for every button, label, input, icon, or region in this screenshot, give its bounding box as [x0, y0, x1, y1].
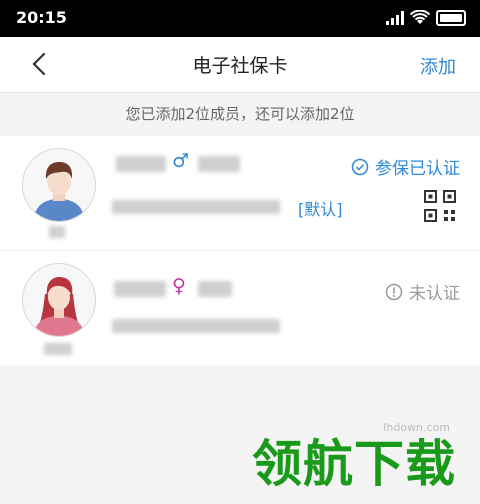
default-tag: [默认] [298, 200, 343, 219]
male-gender-icon: ♂ [172, 150, 190, 172]
check-circle-icon [351, 158, 369, 175]
battery-icon [436, 10, 466, 26]
member-id-redacted [112, 319, 280, 333]
female-avatar [22, 263, 96, 337]
status-bar: 20:15 [0, 0, 480, 37]
member-card[interactable]: ♀ 未认证 [0, 251, 480, 365]
info-circle-icon [385, 283, 403, 300]
status-time: 20:15 [16, 8, 67, 27]
signal-icon [386, 11, 404, 25]
uncertified-status-label: 未认证 [409, 284, 460, 304]
member-id-redacted [112, 200, 280, 214]
nav-bar: 电子社保卡 添加 [0, 37, 480, 93]
wifi-icon [410, 10, 430, 24]
member-age-redacted [198, 281, 232, 297]
member-name-redacted [116, 156, 166, 172]
certified-status: 参保已认证 [351, 154, 460, 179]
certified-status-label: 参保已认证 [375, 159, 460, 179]
avatar-caption-redacted [44, 343, 72, 355]
member-card[interactable]: ♂ 参保已认证 [默认] [0, 136, 480, 251]
female-gender-icon: ♀ [172, 275, 186, 297]
male-avatar [22, 148, 96, 222]
add-button[interactable]: 添加 [420, 53, 456, 79]
status-icons [386, 10, 466, 26]
member-count-notice: 您已添加2位成员，还可以添加2位 [125, 105, 355, 123]
member-age-redacted [198, 156, 240, 172]
member-name-redacted [114, 281, 166, 297]
uncertified-status: 未认证 [385, 279, 460, 304]
watermark-logo: 领航下载 [252, 435, 456, 493]
page-title: 电子社保卡 [192, 55, 288, 77]
qr-code-icon[interactable] [424, 190, 456, 222]
avatar-caption-redacted [49, 226, 65, 238]
